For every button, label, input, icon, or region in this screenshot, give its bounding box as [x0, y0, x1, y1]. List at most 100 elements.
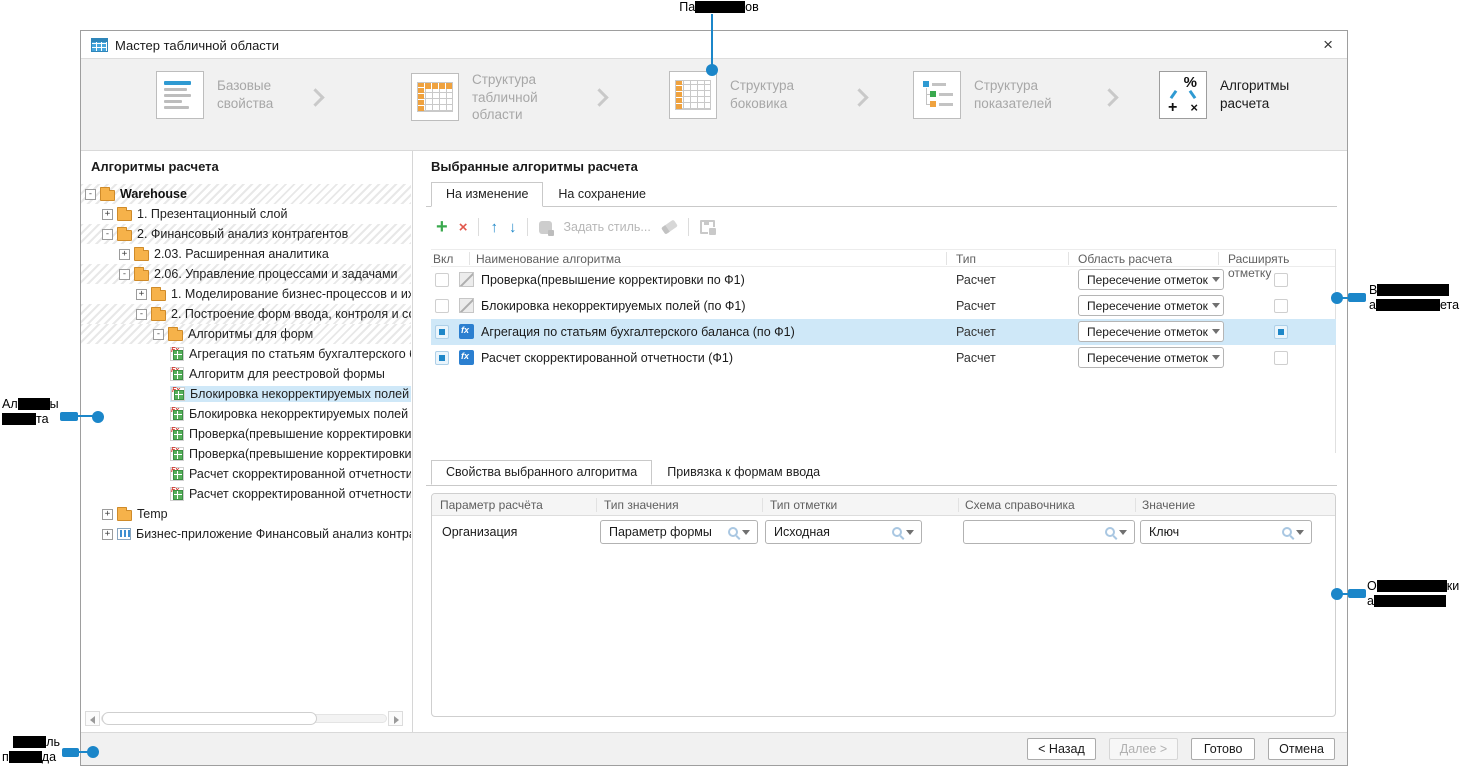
search-icon[interactable]	[1282, 527, 1292, 537]
calc-area-dropdown[interactable]: Пересечение отметок	[1078, 347, 1224, 368]
algorithm-icon	[170, 347, 184, 361]
step-label: Структура табличной области	[472, 71, 560, 124]
enabled-checkbox[interactable]	[435, 273, 449, 287]
step-table-structure[interactable]: Структура табличной области	[411, 71, 560, 124]
tree-item[interactable]: +2.03. Расширенная аналитика	[81, 244, 411, 264]
title-bar: Мастер табличной области ×	[81, 31, 1347, 59]
algorithm-row[interactable]: Проверка(превышение корректировки по Ф1)…	[431, 267, 1336, 293]
step-label: Структура показателей	[974, 77, 1062, 112]
step-basic-properties[interactable]: Базовые свойства	[156, 71, 305, 119]
algorithms-table-header: Вкл Наименование алгоритма Тип Область р…	[431, 249, 1336, 267]
algorithm-icon	[170, 447, 184, 461]
tree-item[interactable]: -Алгоритмы для форм	[81, 324, 411, 344]
step-indicators-structure[interactable]: Структура показателей	[913, 71, 1062, 119]
tree-item[interactable]: +1. Презентационный слой	[81, 204, 411, 224]
cancel-button[interactable]: Отмена	[1268, 738, 1335, 760]
delete-icon[interactable]: ×	[459, 220, 468, 235]
close-icon[interactable]: ×	[1323, 35, 1333, 55]
tree-expander[interactable]: -	[102, 229, 113, 240]
tree-item[interactable]: -2.06. Управление процессами и задачами	[81, 264, 411, 284]
tree-expander[interactable]: -	[153, 329, 164, 340]
tree-item[interactable]: Блокировка некорректируемых полей (по Ф2	[81, 404, 411, 424]
calculation-icon: % + ×	[1159, 71, 1207, 119]
tree-item[interactable]: Проверка(превышение корректировки по Ф1	[81, 424, 411, 444]
tab-on-save[interactable]: На сохранение	[543, 182, 661, 207]
tree-expander[interactable]: +	[136, 289, 147, 300]
chevron-down-icon	[1296, 530, 1304, 535]
value-combo[interactable]: Ключ	[1140, 520, 1312, 544]
scrollbar-thumb[interactable]	[102, 712, 317, 725]
tree-expander[interactable]: +	[119, 249, 130, 260]
algorithm-row[interactable]: Блокировка некорректируемых полей (по Ф1…	[431, 293, 1336, 319]
calc-area-dropdown[interactable]: Пересечение отметок	[1078, 295, 1224, 316]
algorithm-icon	[170, 427, 184, 441]
tab-input-forms-binding[interactable]: Привязка к формам ввода	[652, 460, 835, 485]
calc-area-dropdown[interactable]: Пересечение отметок	[1078, 321, 1224, 342]
tree-item[interactable]: -2. Построение форм ввода, контроля и со…	[81, 304, 411, 324]
tree-item[interactable]: +Temp	[81, 504, 411, 524]
algorithms-toolbar: + × ↑ ↓ Задать стиль...	[436, 214, 715, 240]
enabled-checkbox[interactable]	[435, 325, 449, 339]
algorithm-row[interactable]: Расчет скорректированной отчетности (Ф1)…	[431, 345, 1336, 371]
tree-item[interactable]: Агрегация по статьям бухгалтерского бала…	[81, 344, 411, 364]
tree-item[interactable]: Расчет скорректированной отчетности (Ф1)	[81, 464, 411, 484]
schema-combo[interactable]	[963, 520, 1135, 544]
tree-item[interactable]: -2. Финансовый анализ контрагентов	[81, 224, 411, 244]
step-sidehead-structure[interactable]: Структура боковика	[669, 71, 818, 119]
chevron-down-icon	[1119, 530, 1127, 535]
algorithm-icon	[170, 407, 184, 421]
scroll-left-icon[interactable]	[85, 711, 100, 726]
finish-button[interactable]: Готово	[1191, 738, 1255, 760]
tab-algorithm-properties[interactable]: Свойства выбранного алгоритма	[431, 460, 652, 485]
tree-expander[interactable]: -	[136, 309, 147, 320]
window-title: Мастер табличной области	[115, 38, 279, 53]
tree-expander[interactable]: +	[102, 529, 113, 540]
step-calculation-algorithms[interactable]: % + × Алгоритмы расчета	[1159, 71, 1308, 119]
tree-item[interactable]: +Бизнес-приложение Финансовый анализ кон…	[81, 524, 411, 544]
algorithm-icon	[170, 487, 184, 501]
tree-item[interactable]: Проверка(превышение корректировки по Ф2	[81, 444, 411, 464]
horizontal-scrollbar[interactable]	[85, 711, 403, 726]
tree-expander[interactable]: -	[85, 189, 96, 200]
mark-type-combo[interactable]: Исходная	[765, 520, 922, 544]
tree-item[interactable]: +1. Моделирование бизнес-процессов и их …	[81, 284, 411, 304]
search-icon[interactable]	[1105, 527, 1115, 537]
value-type-combo[interactable]: Параметр формы	[600, 520, 758, 544]
tab-on-change[interactable]: На изменение	[431, 182, 543, 207]
add-icon[interactable]: +	[436, 217, 448, 237]
enabled-checkbox[interactable]	[435, 351, 449, 365]
scrollbar-track[interactable]	[101, 714, 387, 723]
tree-item[interactable]: Алгоритм для реестровой формы	[81, 364, 411, 384]
move-down-icon[interactable]: ↓	[509, 220, 517, 235]
wizard-dialog: Мастер табличной области × Базовые свойс…	[80, 30, 1348, 766]
set-style-button[interactable]: Задать стиль...	[563, 220, 650, 234]
expand-mark-checkbox[interactable]	[1274, 325, 1288, 339]
expand-mark-checkbox[interactable]	[1274, 273, 1288, 287]
redaction-box	[13, 736, 46, 748]
algorithm-row-selected[interactable]: Агрегация по статьям бухгалтерского бала…	[431, 319, 1336, 345]
move-up-icon[interactable]: ↑	[490, 220, 498, 235]
eraser-icon[interactable]	[661, 219, 678, 234]
redaction-box	[695, 1, 745, 13]
tree-item[interactable]: -Warehouse	[81, 184, 411, 204]
algorithm-fx-icon	[459, 324, 474, 339]
expand-mark-checkbox[interactable]	[1274, 299, 1288, 313]
save-lock-icon[interactable]	[700, 220, 715, 234]
toolbar-separator	[478, 218, 479, 236]
selected-algorithms-panel: Выбранные алгоритмы расчета На изменение…	[426, 151, 1339, 734]
scroll-right-icon[interactable]	[388, 711, 403, 726]
callout-selected-algorithms: В аета	[1369, 283, 1467, 313]
expand-mark-checkbox[interactable]	[1274, 351, 1288, 365]
search-icon[interactable]	[728, 527, 738, 537]
tree-item[interactable]: Расчет скорректированной отчетности (Ф2)	[81, 484, 411, 504]
enabled-checkbox[interactable]	[435, 299, 449, 313]
search-icon[interactable]	[892, 527, 902, 537]
back-button[interactable]: < Назад	[1027, 738, 1096, 760]
chevron-down-icon	[1212, 277, 1220, 282]
tree-item-selected[interactable]: Блокировка некорректируемых полей (по Ф1	[81, 384, 411, 404]
tree-expander[interactable]: +	[102, 509, 113, 520]
tree-expander[interactable]: -	[119, 269, 130, 280]
tree-expander[interactable]: +	[102, 209, 113, 220]
tree-panel-title: Алгоритмы расчета	[91, 159, 219, 174]
calc-area-dropdown[interactable]: Пересечение отметок	[1078, 269, 1224, 290]
